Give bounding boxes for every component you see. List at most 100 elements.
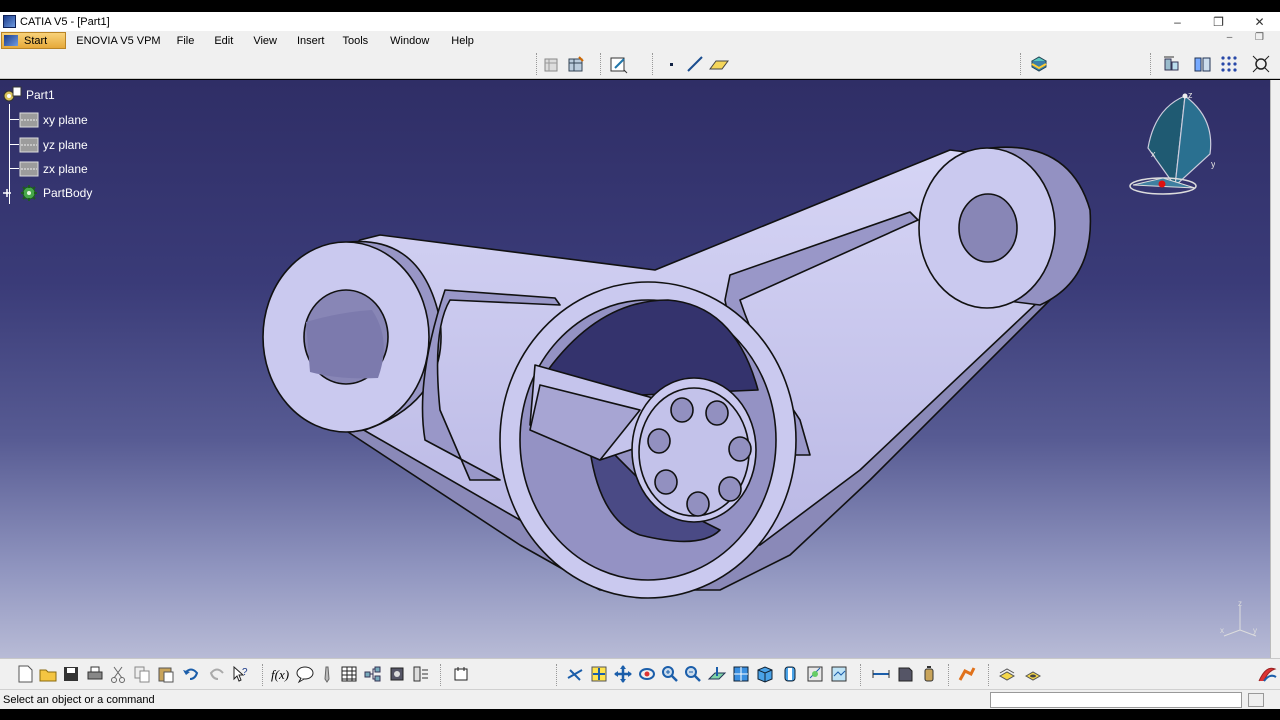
svg-text:?: ? bbox=[242, 667, 248, 678]
whats-this-icon[interactable]: ? bbox=[229, 663, 251, 685]
measure-item-icon[interactable] bbox=[894, 663, 916, 685]
command-input-button[interactable] bbox=[1248, 693, 1264, 707]
multi-view-icon[interactable] bbox=[730, 663, 752, 685]
swap-visible-icon[interactable] bbox=[828, 663, 850, 685]
copy-icon[interactable] bbox=[131, 663, 153, 685]
print-icon[interactable] bbox=[84, 663, 106, 685]
zoom-in-icon[interactable] bbox=[659, 663, 681, 685]
toolbar-separator bbox=[440, 664, 442, 686]
compass-z-label: z bbox=[1188, 90, 1193, 100]
hub-bolt-hole bbox=[654, 469, 678, 495]
toolbar-separator bbox=[652, 53, 654, 75]
screen-top-border bbox=[0, 0, 1280, 12]
shading-icon[interactable] bbox=[780, 663, 802, 685]
status-message: Select an object or a command bbox=[3, 693, 155, 706]
formula-icon[interactable]: f(x) bbox=[270, 663, 292, 685]
hide-show-icon[interactable] bbox=[804, 663, 826, 685]
menu-view[interactable]: View bbox=[241, 35, 285, 47]
rotate-icon[interactable] bbox=[636, 663, 658, 685]
toolbar-separator bbox=[948, 664, 950, 686]
hub-bolt-hole bbox=[728, 436, 752, 462]
cut-icon[interactable] bbox=[107, 663, 129, 685]
pan-icon[interactable] bbox=[612, 663, 634, 685]
paste-icon[interactable] bbox=[155, 663, 177, 685]
toolbar-separator bbox=[262, 664, 264, 686]
menu-file[interactable]: File bbox=[169, 35, 203, 47]
sketch-grid-icon[interactable] bbox=[541, 53, 563, 75]
catalog-icon[interactable] bbox=[362, 663, 384, 685]
catia-start-icon bbox=[4, 35, 18, 46]
mass-icon[interactable] bbox=[918, 663, 940, 685]
point-icon[interactable] bbox=[660, 53, 682, 75]
toolbar-separator bbox=[1150, 53, 1152, 75]
knowledge-icon[interactable] bbox=[996, 663, 1018, 685]
right-toolbar-strip bbox=[1270, 80, 1280, 658]
document-window-controls[interactable]: – ❐ bbox=[1227, 32, 1274, 43]
menu-bar: Start ENOVIA V5 VPM File Edit View Inser… bbox=[0, 31, 1280, 50]
apply-icon[interactable] bbox=[956, 663, 978, 685]
left-bore-inner bbox=[306, 310, 384, 379]
axis-triad: z x y bbox=[1220, 600, 1257, 637]
inertia-icon[interactable] bbox=[1192, 53, 1214, 75]
undo-icon[interactable] bbox=[180, 663, 202, 685]
comment-icon[interactable] bbox=[294, 663, 316, 685]
normal-view-icon[interactable] bbox=[706, 663, 728, 685]
restore-button[interactable]: ❐ bbox=[1198, 12, 1239, 31]
menu-edit[interactable]: Edit bbox=[202, 35, 241, 47]
start-menu-button[interactable]: Start bbox=[1, 32, 67, 49]
menu-enovia[interactable]: ENOVIA V5 VPM bbox=[66, 35, 168, 47]
hub-bolt-hole bbox=[647, 428, 671, 454]
compass-x-label: x bbox=[1151, 149, 1156, 159]
design-table-icon[interactable] bbox=[338, 663, 360, 685]
hub-bolt-hole bbox=[718, 476, 742, 502]
rule-icon[interactable] bbox=[386, 663, 408, 685]
toolbar-separator bbox=[536, 53, 538, 75]
sketcher-icon[interactable] bbox=[565, 53, 587, 75]
toolbar-separator bbox=[988, 664, 990, 686]
tie-icon[interactable] bbox=[316, 663, 338, 685]
zoom-out-icon[interactable] bbox=[682, 663, 704, 685]
hole-icon[interactable] bbox=[1022, 663, 1044, 685]
catia-logo-icon bbox=[1256, 663, 1278, 685]
update-icon[interactable] bbox=[450, 663, 472, 685]
minimize-button[interactable]: – bbox=[1157, 12, 1198, 31]
plane-icon[interactable] bbox=[708, 53, 730, 75]
grid-icon[interactable] bbox=[1218, 53, 1240, 75]
redo-icon[interactable] bbox=[206, 663, 228, 685]
fly-mode-icon[interactable] bbox=[564, 663, 586, 685]
command-input[interactable] bbox=[990, 692, 1242, 708]
compass-y-label: y bbox=[1211, 159, 1215, 169]
triad-z-label: z bbox=[1238, 600, 1242, 608]
toolbar-separator bbox=[600, 53, 602, 75]
bottom-toolbar: ? f(x) bbox=[0, 658, 1280, 689]
title-bar: CATIA V5 - [Part1] – ❐ ✕ bbox=[0, 12, 1280, 31]
menu-insert[interactable]: Insert bbox=[285, 35, 333, 47]
3d-viewport[interactable]: Part1 xy plane yz plane zx plane PartBod… bbox=[0, 80, 1270, 658]
compass-widget[interactable]: z x y bbox=[1125, 88, 1215, 208]
toolbar-separator bbox=[556, 664, 558, 686]
close-button[interactable]: ✕ bbox=[1239, 12, 1280, 31]
screen-bottom-border bbox=[0, 709, 1280, 720]
sketcher-tool-icon[interactable] bbox=[608, 53, 630, 75]
open-icon[interactable] bbox=[37, 663, 59, 685]
apply-material-icon[interactable] bbox=[1028, 53, 1050, 75]
measure-between-icon[interactable] bbox=[870, 663, 892, 685]
new-icon[interactable] bbox=[14, 663, 36, 685]
start-label: Start bbox=[24, 34, 48, 47]
hub-bolt-hole bbox=[670, 397, 694, 423]
menu-window[interactable]: Window bbox=[376, 35, 437, 47]
save-icon[interactable] bbox=[60, 663, 82, 685]
zoom-fit-icon[interactable] bbox=[1250, 53, 1272, 75]
measure-icon[interactable] bbox=[1160, 53, 1182, 75]
part-model[interactable] bbox=[0, 80, 1270, 658]
menu-help[interactable]: Help bbox=[437, 35, 482, 47]
triad-y-label: y bbox=[1253, 626, 1257, 635]
fit-all-icon[interactable] bbox=[588, 663, 610, 685]
iso-view-icon[interactable] bbox=[754, 663, 776, 685]
parameters-icon[interactable] bbox=[410, 663, 432, 685]
line-icon[interactable] bbox=[684, 53, 706, 75]
status-bar: Select an object or a command bbox=[0, 689, 1280, 709]
menu-tools[interactable]: Tools bbox=[332, 35, 376, 47]
window-controls: – ❐ ✕ bbox=[1157, 12, 1280, 31]
window-title: CATIA V5 - [Part1] bbox=[20, 15, 110, 28]
